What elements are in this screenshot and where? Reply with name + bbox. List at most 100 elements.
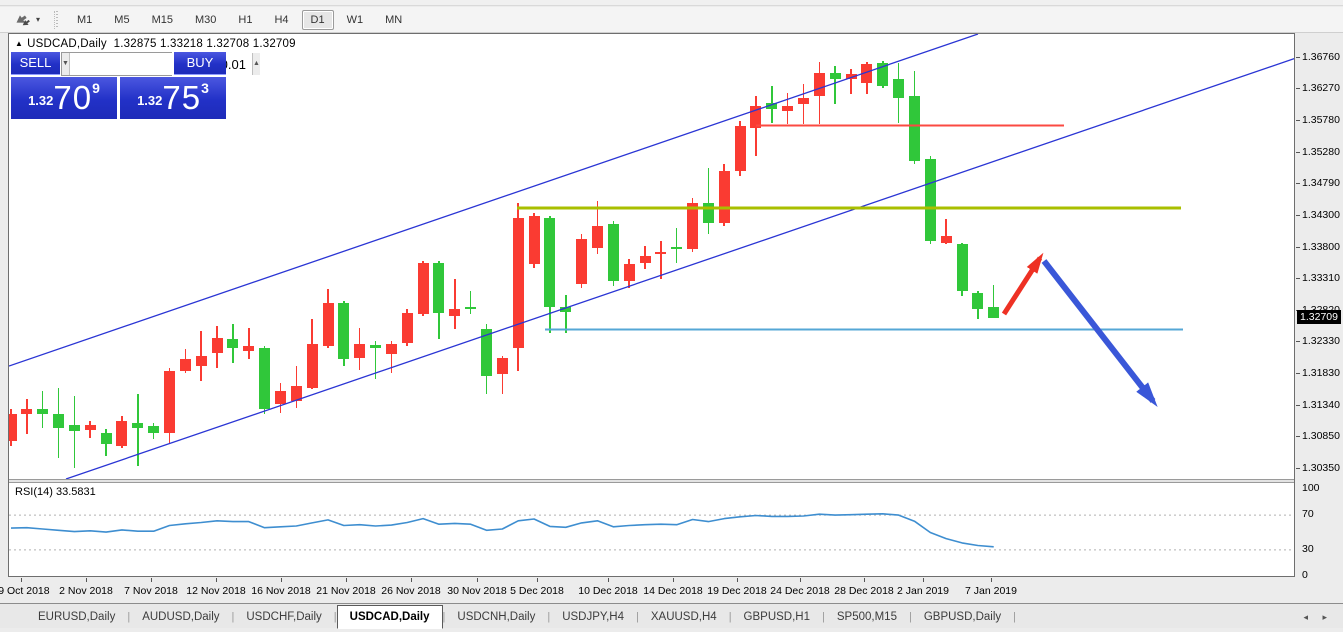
ohlc-values: 1.32875 1.33218 1.32708 1.32709 bbox=[114, 38, 296, 50]
timeframe-button-h1[interactable]: H1 bbox=[229, 10, 261, 30]
timeframe-button-m5[interactable]: M5 bbox=[105, 10, 138, 30]
rsi-axis-label: 0 bbox=[1302, 569, 1308, 581]
bearish-arrow bbox=[1044, 261, 1153, 401]
chart-tab-gbpusd[interactable]: GBPUSD,Daily bbox=[912, 607, 1013, 628]
price-axis-label: 1.35280 bbox=[1302, 146, 1340, 158]
date-axis-label: 2 Nov 2018 bbox=[59, 585, 113, 597]
date-axis-label: 21 Nov 2018 bbox=[316, 585, 376, 597]
sell-price-prefix: 1.32 bbox=[28, 93, 53, 108]
chart-tab-usdcnh[interactable]: USDCNH,Daily bbox=[445, 607, 547, 628]
date-axis-tick bbox=[991, 578, 992, 582]
tab-separator: | bbox=[1013, 611, 1016, 628]
chart-tab-usdchf[interactable]: USDCHF,Daily bbox=[234, 607, 333, 628]
price-axis-label: 1.31830 bbox=[1302, 367, 1340, 379]
price-axis-tick bbox=[1296, 341, 1300, 342]
date-axis-label: 5 Dec 2018 bbox=[510, 585, 564, 597]
date-axis-label: 7 Nov 2018 bbox=[124, 585, 178, 597]
date-axis-tick bbox=[537, 578, 538, 582]
price-axis-tick bbox=[1296, 436, 1300, 437]
date-axis-label: 14 Dec 2018 bbox=[643, 585, 703, 597]
timeframe-button-h4[interactable]: H4 bbox=[265, 10, 297, 30]
date-axis-label: 19 Dec 2018 bbox=[707, 585, 767, 597]
symbol-marker-icon: ▲ bbox=[15, 39, 23, 48]
chart-tab-usdjpy[interactable]: USDJPY,H4 bbox=[550, 607, 636, 628]
tab-scroll-arrows[interactable]: ◂ ▸ bbox=[1303, 612, 1333, 628]
timeframe-toolbar: ▾ M1M5M15M30H1H4D1W1MN bbox=[0, 7, 1343, 33]
date-axis-label: 16 Nov 2018 bbox=[251, 585, 311, 597]
bullish-arrow bbox=[1004, 258, 1040, 314]
chart-shift-button[interactable]: ▾ bbox=[10, 11, 44, 29]
date-axis-label: 30 Nov 2018 bbox=[447, 585, 507, 597]
price-axis-label: 1.31340 bbox=[1302, 399, 1340, 411]
chart-tab-xauusd[interactable]: XAUUSD,H4 bbox=[639, 607, 729, 628]
timeframe-button-m1[interactable]: M1 bbox=[68, 10, 101, 30]
price-axis-tick bbox=[1296, 57, 1300, 58]
chart-tab-gbpusd[interactable]: GBPUSD,H1 bbox=[732, 607, 822, 628]
buy-button[interactable]: BUY bbox=[174, 52, 226, 75]
rsi-pane: RSI(14) 33.5831 bbox=[9, 483, 1294, 577]
timeframe-button-mn[interactable]: MN bbox=[376, 10, 411, 30]
buy-price-button[interactable]: 1.32753 bbox=[120, 77, 226, 119]
date-axis-tick bbox=[864, 578, 865, 582]
date-axis-tick bbox=[673, 578, 674, 582]
volume-increase-button[interactable]: ▲ bbox=[252, 53, 260, 75]
date-axis-tick bbox=[346, 578, 347, 582]
price-axis-tick bbox=[1296, 373, 1300, 374]
timeframe-button-m30[interactable]: M30 bbox=[186, 10, 225, 30]
current-price-tag: 1.32709 bbox=[1297, 310, 1341, 324]
sell-price-pip: 9 bbox=[92, 80, 100, 96]
price-axis-tick bbox=[1296, 468, 1300, 469]
date-axis-label: 2 Jan 2019 bbox=[897, 585, 949, 597]
price-axis-tick bbox=[1296, 247, 1300, 248]
chart-tab-eurusd[interactable]: EURUSD,Daily bbox=[26, 607, 127, 628]
price-axis-label: 1.36760 bbox=[1302, 51, 1340, 63]
timeframe-button-d1[interactable]: D1 bbox=[302, 10, 334, 30]
trend-channel-line bbox=[66, 58, 1294, 479]
volume-decrease-button[interactable]: ▼ bbox=[62, 53, 70, 75]
sell-price-main: 70 bbox=[53, 79, 92, 116]
price-axis-label: 1.35780 bbox=[1302, 114, 1340, 126]
mt4-window: ▾ M1M5M15M30H1H4D1W1MN ▲ USDCAD,Daily 1.3… bbox=[0, 0, 1343, 632]
price-axis-label: 1.34300 bbox=[1302, 209, 1340, 221]
symbol-period-label: USDCAD,Daily bbox=[27, 38, 107, 50]
timeframe-button-m15[interactable]: M15 bbox=[143, 10, 182, 30]
date-axis-label: 12 Nov 2018 bbox=[186, 585, 246, 597]
date-axis-tick bbox=[608, 578, 609, 582]
chart-window: ▲ USDCAD,Daily 1.32875 1.33218 1.32708 1.… bbox=[8, 33, 1295, 577]
timeframe-button-w1[interactable]: W1 bbox=[338, 10, 373, 30]
price-axis-tick bbox=[1296, 120, 1300, 121]
date-axis-tick bbox=[800, 578, 801, 582]
date-axis-tick bbox=[151, 578, 152, 582]
timeframe-buttons: M1M5M15M30H1H4D1W1MN bbox=[66, 10, 413, 30]
date-axis-tick bbox=[21, 578, 22, 582]
chart-tab-sp500[interactable]: SP500,M15 bbox=[825, 607, 909, 628]
date-axis-tick bbox=[86, 578, 87, 582]
date-axis-tick bbox=[281, 578, 282, 582]
date-axis-tick bbox=[477, 578, 478, 582]
volume-spinner: ▼ ▲ bbox=[61, 52, 172, 76]
price-axis-tick bbox=[1296, 215, 1300, 216]
one-click-trading-panel: SELL ▼ ▲ BUY 1.32709 1.32753 bbox=[11, 52, 229, 120]
sell-price-button[interactable]: 1.32709 bbox=[11, 77, 117, 119]
price-axis-label: 1.33310 bbox=[1302, 272, 1340, 284]
date-axis-tick bbox=[923, 578, 924, 582]
chevron-down-icon: ▾ bbox=[36, 15, 40, 24]
price-axis-label: 1.33800 bbox=[1302, 241, 1340, 253]
chart-tab-audusd[interactable]: AUDUSD,Daily bbox=[130, 607, 231, 628]
upper-toolbar-edge bbox=[0, 0, 1343, 6]
price-axis-tick bbox=[1296, 183, 1300, 184]
date-axis-label: 26 Nov 2018 bbox=[381, 585, 441, 597]
chart-tab-usdcad[interactable]: USDCAD,Daily bbox=[337, 605, 443, 629]
price-axis: 1.367601.362701.357801.352801.347901.343… bbox=[1296, 33, 1343, 601]
price-axis-tick bbox=[1296, 405, 1300, 406]
chart-title: ▲ USDCAD,Daily 1.32875 1.33218 1.32708 1.… bbox=[15, 38, 296, 50]
date-axis-label: 10 Dec 2018 bbox=[578, 585, 638, 597]
price-axis-label: 1.36270 bbox=[1302, 82, 1340, 94]
date-axis-label: 24 Dec 2018 bbox=[770, 585, 830, 597]
date-axis-label: 7 Jan 2019 bbox=[965, 585, 1017, 597]
sell-button[interactable]: SELL bbox=[11, 52, 60, 75]
price-axis-tick bbox=[1296, 278, 1300, 279]
rsi-line bbox=[11, 514, 994, 547]
toolbar-grip[interactable] bbox=[54, 11, 58, 29]
date-axis-tick bbox=[411, 578, 412, 582]
